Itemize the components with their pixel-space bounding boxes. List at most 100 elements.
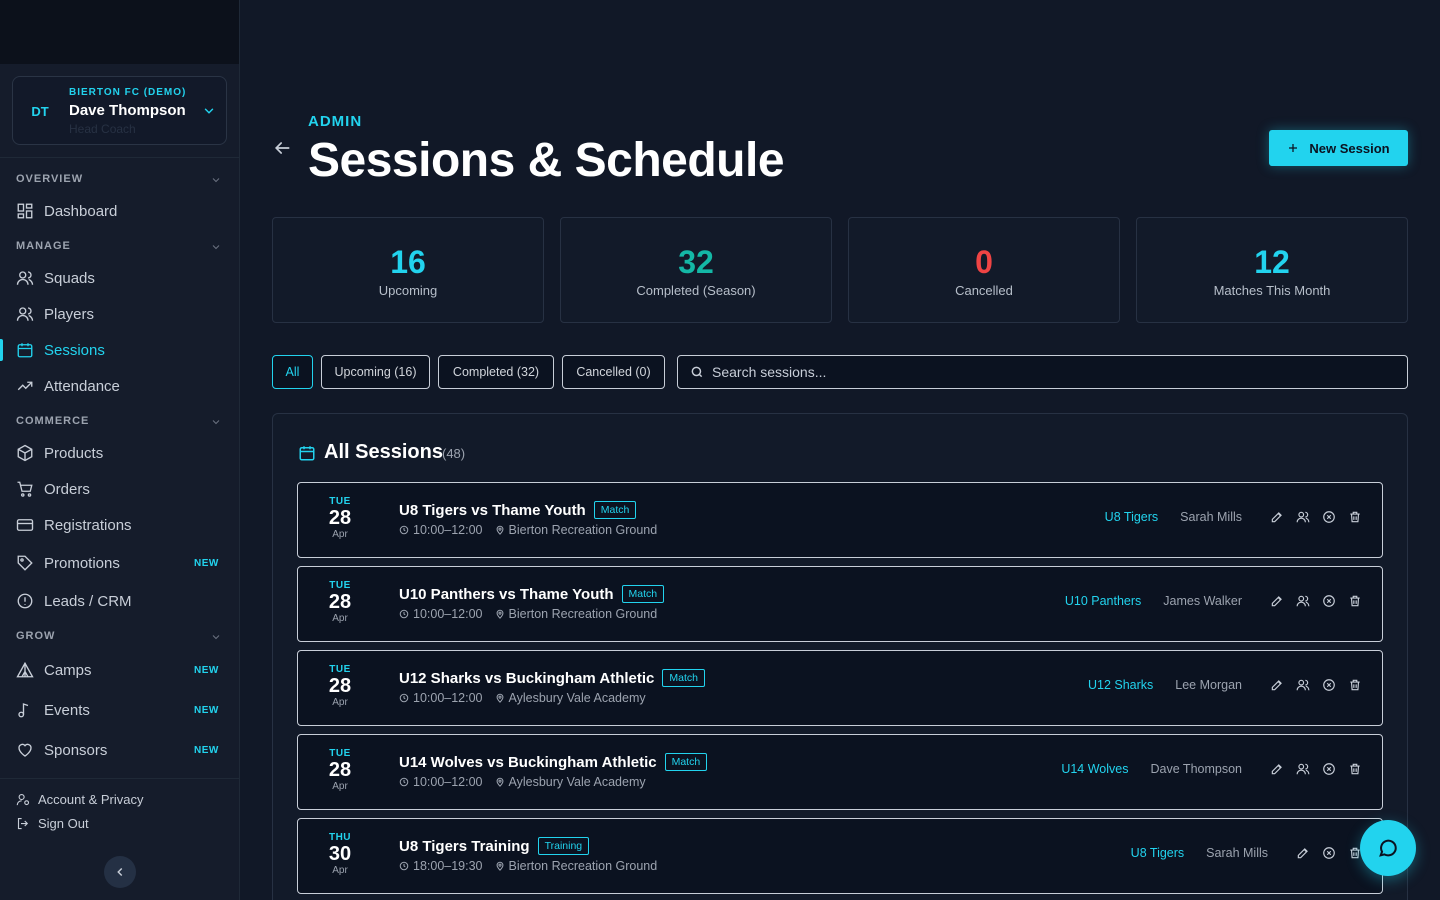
sidebar: DT BIERTON FC (DEMO) Dave Thompson Head … [0, 0, 240, 900]
sidebar-item-registrations[interactable]: Registrations [0, 508, 239, 542]
attendance-icon[interactable] [1296, 594, 1310, 608]
edit-icon[interactable] [1270, 594, 1284, 608]
cart-icon [17, 481, 33, 497]
sign-out-link[interactable]: Sign Out [16, 816, 89, 831]
session-squad-link[interactable]: U14 Wolves [1061, 762, 1128, 776]
sidebar-item-label: Sponsors [44, 741, 108, 759]
edit-icon[interactable] [1270, 762, 1284, 776]
sidebar-item-label: Camps [44, 661, 92, 679]
attendance-icon[interactable] [1296, 678, 1310, 692]
chevron-down-icon[interactable] [210, 241, 222, 253]
sidebar-item-label: Products [44, 444, 104, 462]
session-row[interactable]: TUE 28 Apr U12 Sharks vs Buckingham Athl… [297, 650, 1383, 726]
trash-icon[interactable] [1348, 762, 1362, 776]
session-title: U8 Tigers Training [399, 837, 530, 855]
section-manage: MANAGE [16, 240, 71, 252]
session-meta: 10:00–12:00 Aylesbury Vale Academy [399, 691, 646, 705]
session-month: Apr [332, 865, 348, 876]
calendar-icon [299, 446, 315, 461]
session-title-row: U8 Tigers vs Thame Youth Match [399, 501, 637, 519]
sidebar-item-leads[interactable]: Leads / CRM [0, 584, 239, 618]
session-date: TUE 28 Apr [298, 580, 382, 624]
sidebar-item-label: Promotions [44, 554, 120, 572]
chevron-down-icon[interactable] [210, 416, 222, 428]
session-actions: U12 Sharks Lee Morgan [1088, 678, 1362, 692]
sidebar-item-attendance[interactable]: Attendance [0, 369, 239, 403]
session-squad-link[interactable]: U10 Panthers [1065, 594, 1141, 608]
session-coach: Sarah Mills [1180, 510, 1242, 524]
session-day: 28 [328, 591, 352, 613]
search-input[interactable] [712, 364, 1392, 380]
map-pin-icon [496, 777, 503, 787]
filter-upcoming[interactable]: Upcoming (16) [321, 355, 430, 389]
edit-icon[interactable] [1270, 678, 1284, 692]
session-row[interactable]: TUE 28 Apr U14 Wolves vs Buckingham Athl… [297, 734, 1383, 810]
sidebar-item-players[interactable]: Players [0, 297, 239, 331]
stat-label: Matches This Month [1213, 283, 1331, 298]
session-actions: U8 Tigers Sarah Mills [1105, 510, 1362, 524]
sidebar-item-dashboard[interactable]: Dashboard [0, 194, 239, 228]
trash-icon[interactable] [1348, 678, 1362, 692]
session-squad-link[interactable]: U12 Sharks [1088, 678, 1153, 692]
session-row[interactable]: TUE 28 Apr U10 Panthers vs Thame Youth M… [297, 566, 1383, 642]
sidebar-item-orders[interactable]: Orders [0, 472, 239, 506]
collapse-sidebar-button[interactable] [104, 856, 136, 888]
search-box[interactable] [677, 355, 1408, 389]
attendance-icon[interactable] [1296, 510, 1310, 524]
clock-icon [399, 861, 409, 871]
session-squad-link[interactable]: U8 Tigers [1131, 846, 1185, 860]
users-icon [16, 307, 34, 321]
trash-icon[interactable] [1348, 594, 1362, 608]
session-actions: U14 Wolves Dave Thompson [1061, 762, 1362, 776]
chat-button[interactable] [1360, 820, 1416, 876]
sidebar-item-sessions[interactable]: Sessions [0, 333, 239, 367]
session-date: THU 30 Apr [298, 832, 382, 876]
session-day: 28 [328, 507, 352, 529]
new-badge: NEW [194, 665, 219, 676]
sidebar-header [0, 0, 239, 64]
attendance-icon[interactable] [1296, 762, 1310, 776]
cancel-circle-icon[interactable] [1322, 762, 1336, 776]
sidebar-item-label: Registrations [44, 516, 132, 534]
panel-title: All Sessions [324, 441, 443, 463]
sidebar-item-products[interactable]: Products [0, 436, 239, 470]
edit-icon[interactable] [1296, 846, 1310, 860]
sidebar-item-squads[interactable]: Squads [0, 261, 239, 295]
session-month: Apr [332, 781, 348, 792]
filter-cancelled[interactable]: Cancelled (0) [562, 355, 665, 389]
session-row[interactable]: THU 30 Apr U8 Tigers Training Training 1… [297, 818, 1383, 894]
chevron-down-icon[interactable] [210, 174, 222, 186]
trending-up-icon [17, 381, 33, 391]
session-title-row: U14 Wolves vs Buckingham Athletic Match [399, 753, 708, 771]
session-venue: Bierton Recreation Ground [508, 523, 658, 537]
cancel-circle-icon[interactable] [1322, 594, 1336, 608]
cancel-circle-icon[interactable] [1322, 678, 1336, 692]
session-squad-link[interactable]: U8 Tigers [1105, 510, 1159, 524]
back-arrow-icon[interactable] [272, 138, 292, 158]
cancel-circle-icon[interactable] [1322, 846, 1336, 860]
session-meta: 18:00–19:30 Bierton Recreation Ground [399, 859, 657, 873]
org-switcher[interactable]: DT BIERTON FC (DEMO) Dave Thompson Head … [12, 76, 227, 145]
session-date: TUE 28 Apr [298, 496, 382, 540]
stat-value: 0 [975, 244, 993, 280]
session-time: 10:00–12:00 [413, 775, 483, 789]
trash-icon[interactable] [1348, 510, 1362, 524]
filter-completed[interactable]: Completed (32) [438, 355, 554, 389]
session-row[interactable]: TUE 28 Apr U8 Tigers vs Thame Youth Matc… [297, 482, 1383, 558]
session-weekday: TUE [329, 496, 351, 507]
filter-all[interactable]: All [272, 355, 313, 389]
sidebar-item-label: Squads [44, 269, 95, 287]
stat-card-cancelled: 0 Cancelled [848, 217, 1120, 323]
stat-label: Upcoming [378, 283, 438, 298]
session-type-badge: Match [593, 501, 637, 519]
account-privacy-link[interactable]: Account & Privacy [16, 792, 144, 807]
chevron-down-icon[interactable] [210, 631, 222, 643]
edit-icon[interactable] [1270, 510, 1284, 524]
cancel-circle-icon[interactable] [1322, 510, 1336, 524]
search-icon [691, 366, 703, 378]
session-title: U12 Sharks vs Buckingham Athletic [399, 669, 655, 687]
panel-count: (48) [442, 446, 466, 461]
new-session-button[interactable]: New Session [1269, 130, 1408, 166]
map-pin-icon [496, 525, 503, 535]
session-title: U14 Wolves vs Buckingham Athletic [399, 753, 657, 771]
